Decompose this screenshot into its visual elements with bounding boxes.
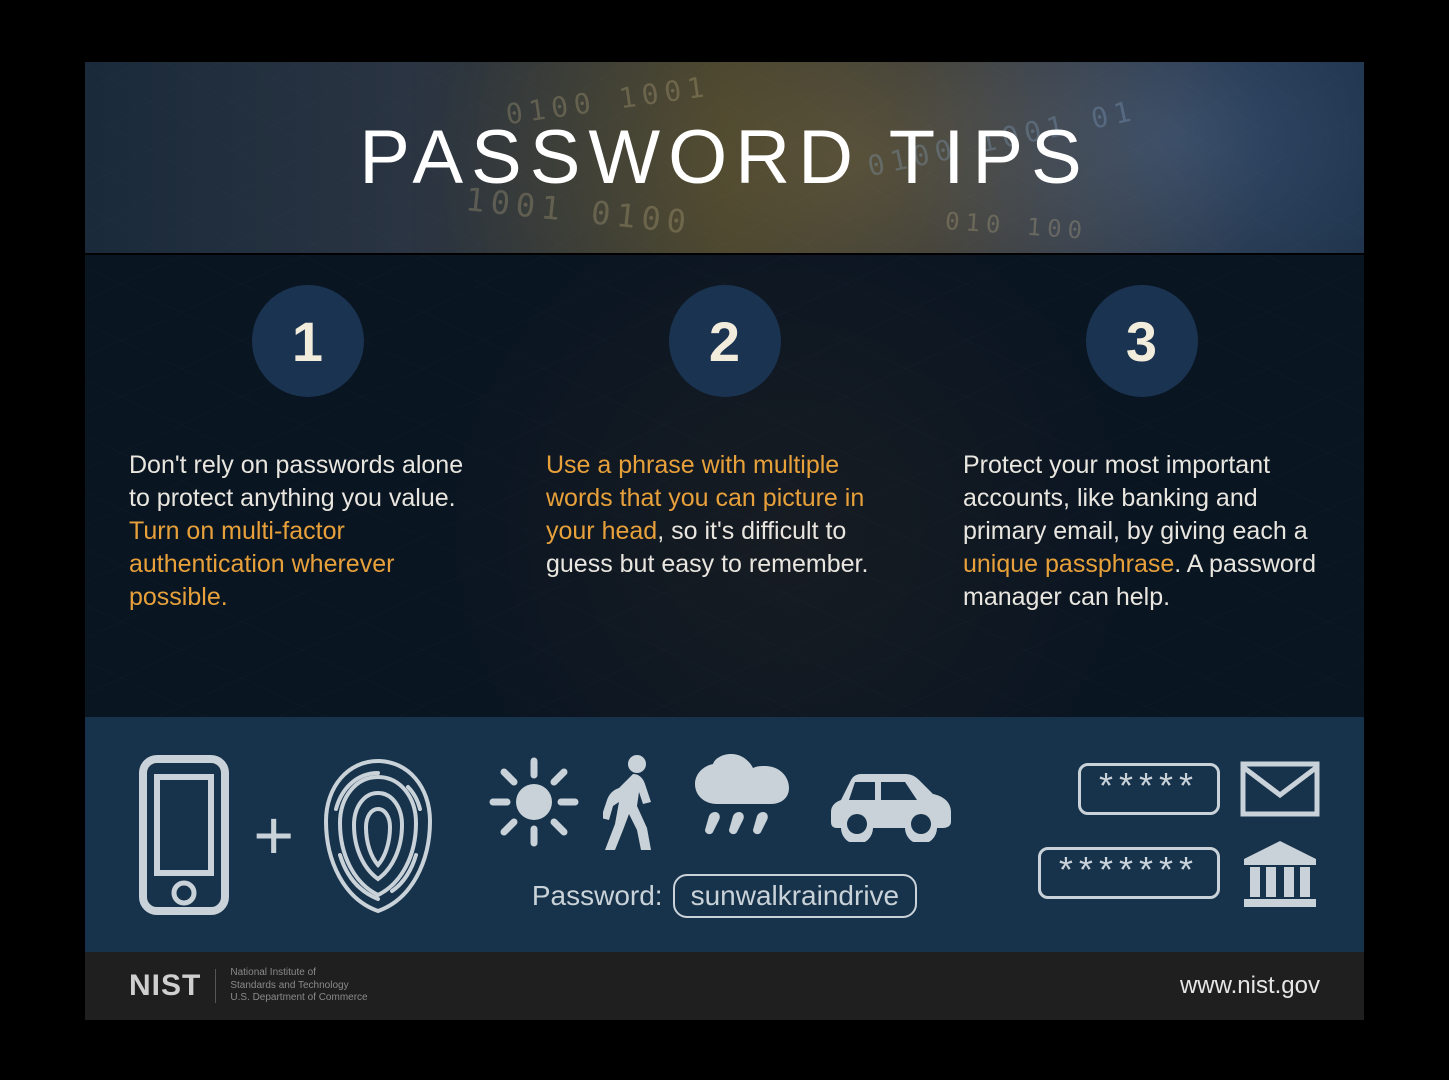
password-label: Password: bbox=[532, 880, 663, 912]
bank-icon bbox=[1240, 837, 1320, 909]
envelope-icon bbox=[1240, 761, 1320, 817]
hero-banner: 0100 1001 1001 0100 0100 1001 01 010 100… bbox=[85, 60, 1364, 255]
car-icon bbox=[821, 762, 961, 842]
nist-logo: NIST National Institute of Standards and… bbox=[129, 967, 368, 1005]
rain-cloud-icon bbox=[687, 754, 797, 849]
footer: NIST National Institute of Standards and… bbox=[85, 952, 1364, 1020]
password-mask-bank: ******* bbox=[1038, 847, 1220, 899]
tip-2-number: 2 bbox=[669, 285, 781, 397]
footer-url: www.nist.gov bbox=[1180, 972, 1320, 1000]
password-example-value: sunwalkraindrive bbox=[673, 874, 918, 918]
illustration-strip: + bbox=[85, 717, 1364, 952]
page-title: PASSWORD TIPS bbox=[359, 114, 1089, 201]
tip-3-number: 3 bbox=[1086, 285, 1198, 397]
tip-3: 3 Protect your most important accounts, … bbox=[963, 285, 1320, 614]
illustration-unique-passphrase: ***** ******* bbox=[1001, 751, 1321, 919]
tip-3-text: Protect your most important accounts, li… bbox=[963, 449, 1320, 614]
tips-section: 1 Don't rely on passwords alone to prote… bbox=[85, 255, 1364, 717]
plus-icon: + bbox=[253, 795, 294, 875]
sun-icon bbox=[489, 757, 579, 847]
walk-icon bbox=[603, 752, 663, 852]
phone-icon bbox=[139, 755, 229, 915]
nist-wordmark: NIST bbox=[129, 969, 216, 1003]
password-tips-poster: 0100 1001 1001 0100 0100 1001 01 010 100… bbox=[85, 60, 1364, 1020]
illustration-mfa: + bbox=[129, 755, 449, 915]
tip-2-text: Use a phrase with multiple words that yo… bbox=[546, 449, 903, 581]
illustration-passphrase: Password: sunwalkraindrive bbox=[489, 752, 961, 918]
tip-1: 1 Don't rely on passwords alone to prote… bbox=[129, 285, 486, 614]
password-mask-email: ***** bbox=[1078, 763, 1220, 815]
tip-1-text: Don't rely on passwords alone to protect… bbox=[129, 449, 486, 614]
tip-1-number: 1 bbox=[252, 285, 364, 397]
tip-2: 2 Use a phrase with multiple words that … bbox=[546, 285, 903, 614]
fingerprint-icon bbox=[318, 755, 438, 915]
nist-org-name: National Institute of Standards and Tech… bbox=[230, 967, 367, 1005]
